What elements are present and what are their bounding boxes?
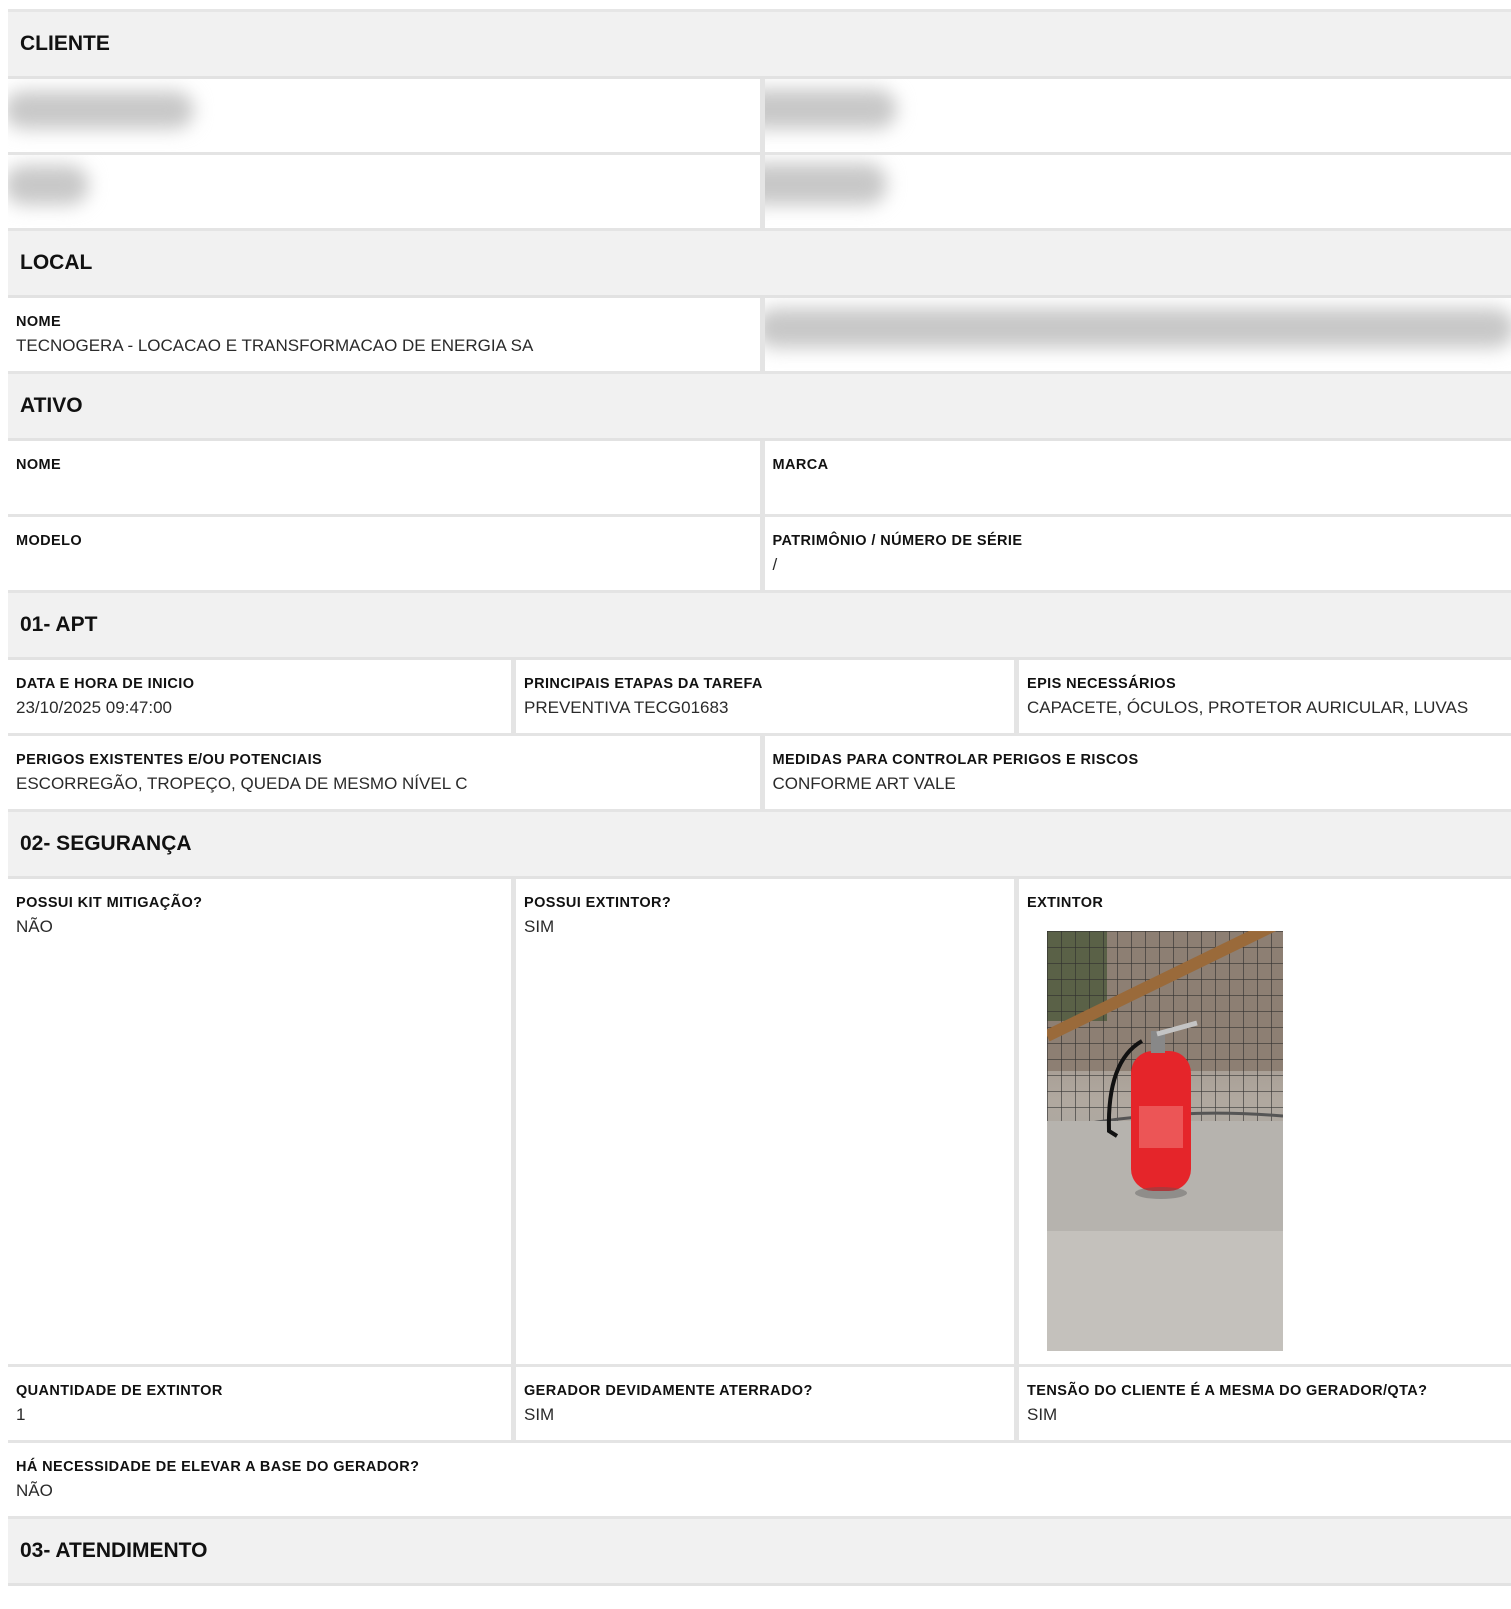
cliente-cell-redacted xyxy=(759,155,1511,228)
field-label: PATRIMÔNIO / NÚMERO DE SÉRIE xyxy=(772,533,1023,549)
field-quantidade-extintor: QUANTIDADE DE EXTINTOR 1 xyxy=(8,1367,511,1440)
field-value: SIM xyxy=(524,917,555,936)
field-value: CAPACETE, ÓCULOS, PROTETOR AURICULAR, LU… xyxy=(1027,698,1469,717)
field-label: NOME xyxy=(16,457,62,473)
field-label: EXTINTOR xyxy=(1027,895,1104,911)
field-gerador-aterrado: GERADOR DEVIDAMENTE ATERRADO? SIM xyxy=(511,1367,1014,1440)
seguranca-row-2: QUANTIDADE DE EXTINTOR 1 GERADOR DEVIDAM… xyxy=(8,1367,1511,1443)
local-cell-redacted xyxy=(759,298,1511,371)
field-label: TENSÃO DO CLIENTE É A MESMA DO GERADOR/Q… xyxy=(1027,1383,1428,1399)
section-ativo: ATIVO xyxy=(8,374,1511,441)
field-tensao-cliente: TENSÃO DO CLIENTE É A MESMA DO GERADOR/Q… xyxy=(1014,1367,1511,1440)
field-value: SIM xyxy=(1027,1405,1058,1424)
field-value: 23/10/2025 09:47:00 xyxy=(16,698,172,717)
field-label: MODELO xyxy=(16,533,83,549)
section-apt: 01- APT xyxy=(8,593,1511,660)
redacted-blur xyxy=(764,89,897,129)
apt-row-2: PERIGOS EXISTENTES E/OU POTENCIAIS ESCOR… xyxy=(8,736,1511,812)
field-label: GERADOR DEVIDAMENTE ATERRADO? xyxy=(524,1383,813,1399)
cliente-row-2 xyxy=(8,155,1511,231)
report-document: CLIENTE LOCAL NOME TECNOGERA - LOCACAO E… xyxy=(8,9,1511,1586)
section-title: LOCAL xyxy=(20,251,93,274)
field-label: MEDIDAS PARA CONTROLAR PERIGOS E RISCOS xyxy=(772,752,1139,768)
ativo-row-1: NOME MARCA xyxy=(8,441,1511,517)
field-elevar-base: HÁ NECESSIDADE DE ELEVAR A BASE DO GERAD… xyxy=(8,1443,1511,1516)
redacted-blur xyxy=(764,163,887,205)
field-apt-perigos: PERIGOS EXISTENTES E/OU POTENCIAIS ESCOR… xyxy=(8,736,760,809)
ativo-row-2: MODELO PATRIMÔNIO / NÚMERO DE SÉRIE / xyxy=(8,517,1511,593)
field-possui-extintor: POSSUI EXTINTOR? SIM xyxy=(511,879,1014,1364)
cliente-cell-redacted xyxy=(8,79,760,152)
extintor-photo[interactable] xyxy=(1047,931,1283,1351)
cliente-row-1 xyxy=(8,79,1511,155)
field-value: SIM xyxy=(524,1405,555,1424)
section-title: 02- SEGURANÇA xyxy=(20,832,192,855)
field-label: EPIS NECESSÁRIOS xyxy=(1027,676,1177,692)
redacted-blur xyxy=(8,165,89,205)
apt-row-1: DATA E HORA DE INICIO 23/10/2025 09:47:0… xyxy=(8,660,1511,736)
field-value: 1 xyxy=(16,1405,26,1424)
local-row: NOME TECNOGERA - LOCACAO E TRANSFORMACAO… xyxy=(8,298,1511,374)
field-ativo-modelo: MODELO xyxy=(8,517,760,590)
field-label: PRINCIPAIS ETAPAS DA TAREFA xyxy=(524,676,763,692)
field-label: POSSUI KIT MITIGAÇÃO? xyxy=(16,895,203,911)
field-value: CONFORME ART VALE xyxy=(772,774,956,793)
field-value: NÃO xyxy=(16,1481,53,1500)
section-title: ATIVO xyxy=(20,394,83,417)
seguranca-row-1: POSSUI KIT MITIGAÇÃO? NÃO POSSUI EXTINTO… xyxy=(8,879,1511,1367)
field-extintor-photo: EXTINTOR xyxy=(1014,879,1511,1364)
field-label: NOME xyxy=(16,314,62,330)
field-ativo-marca: MARCA xyxy=(759,441,1511,514)
field-label: PERIGOS EXISTENTES E/OU POTENCIAIS xyxy=(16,752,323,768)
field-apt-etapas: PRINCIPAIS ETAPAS DA TAREFA PREVENTIVA T… xyxy=(511,660,1014,733)
field-label: POSSUI EXTINTOR? xyxy=(524,895,672,911)
section-cliente: CLIENTE xyxy=(8,12,1511,79)
section-title: CLIENTE xyxy=(20,32,110,55)
field-value: TECNOGERA - LOCACAO E TRANSFORMACAO DE E… xyxy=(16,336,534,355)
field-value: / xyxy=(772,555,778,574)
redacted-blur xyxy=(8,91,194,129)
cliente-cell-redacted xyxy=(759,79,1511,152)
field-label: DATA E HORA DE INICIO xyxy=(16,676,195,692)
section-seguranca: 02- SEGURANÇA xyxy=(8,812,1511,879)
field-value: ESCORREGÃO, TROPEÇO, QUEDA DE MESMO NÍVE… xyxy=(16,774,468,793)
field-value: NÃO xyxy=(16,917,53,936)
field-ativo-patrimonio: PATRIMÔNIO / NÚMERO DE SÉRIE / xyxy=(759,517,1511,590)
section-atendimento: 03- ATENDIMENTO xyxy=(8,1519,1511,1586)
section-local: LOCAL xyxy=(8,231,1511,298)
field-kit-mitigacao: POSSUI KIT MITIGAÇÃO? NÃO xyxy=(8,879,511,1364)
field-apt-medidas: MEDIDAS PARA CONTROLAR PERIGOS E RISCOS … xyxy=(759,736,1511,809)
seguranca-row-3: HÁ NECESSIDADE DE ELEVAR A BASE DO GERAD… xyxy=(8,1443,1511,1519)
field-label: QUANTIDADE DE EXTINTOR xyxy=(16,1383,223,1399)
field-value: PREVENTIVA TECG01683 xyxy=(524,698,729,717)
field-label: HÁ NECESSIDADE DE ELEVAR A BASE DO GERAD… xyxy=(16,1459,420,1475)
field-apt-epis: EPIS NECESSÁRIOS CAPACETE, ÓCULOS, PROTE… xyxy=(1014,660,1511,733)
redacted-blur xyxy=(764,308,1511,348)
fire-extinguisher-image xyxy=(1047,931,1283,1351)
field-local-nome: NOME TECNOGERA - LOCACAO E TRANSFORMACAO… xyxy=(8,298,760,371)
field-ativo-nome: NOME xyxy=(8,441,760,514)
section-title: 03- ATENDIMENTO xyxy=(20,1539,208,1562)
field-apt-inicio: DATA E HORA DE INICIO 23/10/2025 09:47:0… xyxy=(8,660,511,733)
field-label: MARCA xyxy=(772,457,829,473)
section-title: 01- APT xyxy=(20,613,98,636)
cliente-cell-redacted xyxy=(8,155,760,228)
